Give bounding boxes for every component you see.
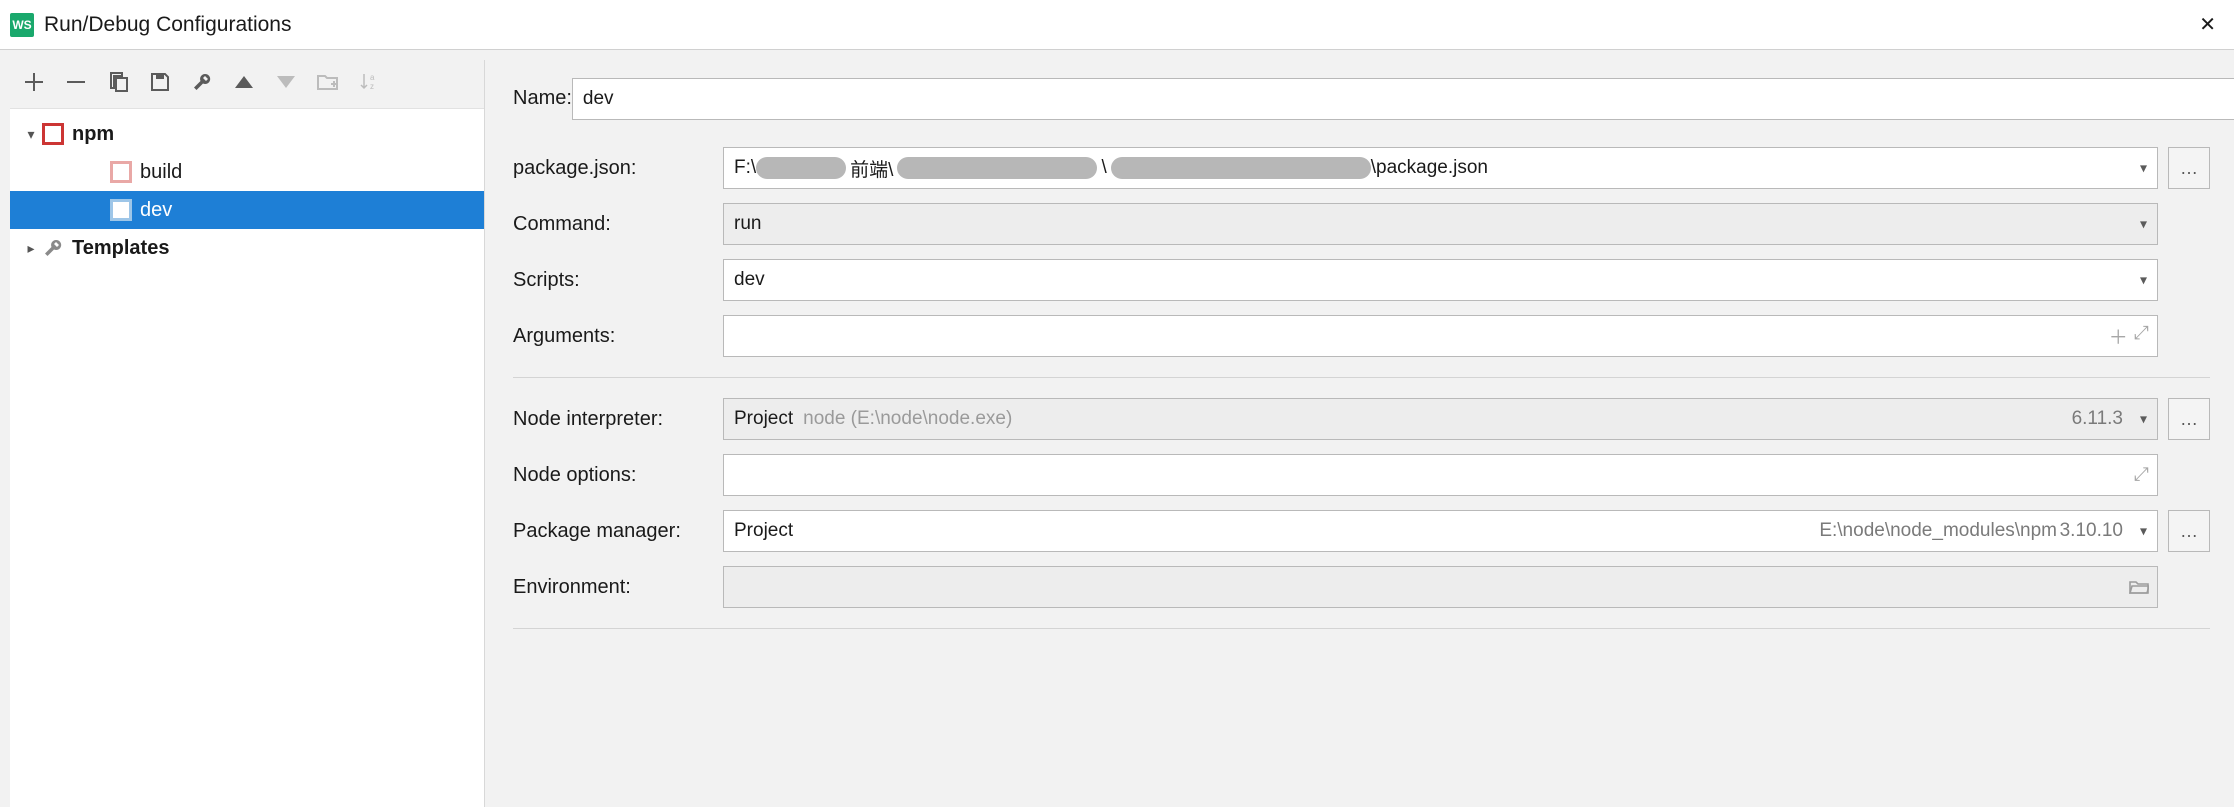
spacer: [2168, 259, 2210, 301]
environment-label: Environment:: [513, 576, 723, 599]
redacted-segment: [1111, 157, 1371, 179]
window-title: Run/Debug Configurations: [44, 13, 292, 37]
chevron-down-icon: ▾: [2140, 160, 2147, 177]
webstorm-icon: WS: [10, 13, 34, 37]
node-options-input[interactable]: ⤢: [723, 454, 2158, 496]
tree-label: dev: [140, 199, 172, 222]
folder-open-icon[interactable]: [2129, 579, 2149, 595]
tree-node-templates[interactable]: ▸ Templates: [10, 229, 484, 267]
copy-icon[interactable]: [106, 70, 130, 94]
pkg-mgr-path: E:\node\node_modules\npm: [1819, 520, 2057, 542]
chevron-down-icon: ▾: [20, 126, 42, 143]
divider: [513, 628, 2210, 629]
svg-text:z: z: [370, 82, 374, 91]
save-icon[interactable]: [148, 70, 172, 94]
node-version: 6.11.3: [2072, 408, 2123, 430]
wrench-icon[interactable]: [190, 70, 214, 94]
arrow-up-icon[interactable]: [232, 70, 256, 94]
browse-button[interactable]: …: [2168, 510, 2210, 552]
node-interpreter-label: Node interpreter:: [513, 408, 723, 431]
sidebar: az ▾ npm build dev ▸ Templates: [10, 60, 485, 807]
row-package-manager: Package manager: Project E:\node\node_mo…: [513, 510, 2210, 552]
config-form: Name: Share Allow parallel run package.j…: [485, 50, 2234, 807]
environment-input[interactable]: [723, 566, 2158, 608]
row-node-options: Node options: ⤢: [513, 454, 2210, 496]
tree-label: npm: [72, 123, 114, 146]
arguments-label: Arguments:: [513, 325, 723, 348]
redacted-segment: [756, 157, 846, 179]
pkg-mgr-version: 3.10.10: [2060, 520, 2123, 542]
row-package-json: package.json: F:\ 前端\ \ \package.json ▾ …: [513, 147, 2210, 189]
config-tree: ▾ npm build dev ▸ Templates: [10, 108, 484, 807]
chevron-right-icon: ▸: [20, 240, 42, 257]
row-node-interpreter: Node interpreter: Project node (E:\node\…: [513, 398, 2210, 440]
chevron-down-icon: ▾: [2140, 272, 2147, 289]
tree-label: build: [140, 161, 182, 184]
scripts-label: Scripts:: [513, 269, 723, 292]
npm-icon: [110, 161, 132, 183]
remove-icon[interactable]: [64, 70, 88, 94]
package-manager-label: Package manager:: [513, 520, 723, 543]
package-json-field[interactable]: F:\ 前端\ \ \package.json ▾: [723, 147, 2158, 189]
name-input[interactable]: [572, 78, 2234, 120]
expand-icon[interactable]: ⤢: [2134, 323, 2149, 350]
node-interpreter-select[interactable]: Project node (E:\node\node.exe) 6.11.3 ▾: [723, 398, 2158, 440]
spacer: [2168, 454, 2210, 496]
browse-button[interactable]: …: [2168, 147, 2210, 189]
spacer: [2168, 315, 2210, 357]
browse-button[interactable]: …: [2168, 398, 2210, 440]
npm-icon: [110, 199, 132, 221]
package-label: package.json:: [513, 157, 723, 180]
row-scripts: Scripts: dev ▾: [513, 259, 2210, 301]
chevron-down-icon: ▾: [2140, 523, 2147, 540]
divider: [513, 377, 2210, 378]
chevron-down-icon: ▾: [2140, 216, 2147, 233]
config-toolbar: az: [10, 60, 484, 108]
svg-text:a: a: [370, 73, 375, 82]
arrow-down-icon[interactable]: [274, 70, 298, 94]
package-manager-select[interactable]: Project E:\node\node_modules\npm 3.10.10…: [723, 510, 2158, 552]
node-options-label: Node options:: [513, 464, 723, 487]
row-command: Command: run ▾: [513, 203, 2210, 245]
row-environment: Environment:: [513, 566, 2210, 608]
tree-label: Templates: [72, 237, 169, 260]
tree-node-npm[interactable]: ▾ npm: [10, 115, 484, 153]
redacted-segment: [897, 157, 1097, 179]
add-icon[interactable]: [22, 70, 46, 94]
folder-add-icon[interactable]: [316, 70, 340, 94]
command-label: Command:: [513, 213, 723, 236]
scripts-select[interactable]: dev ▾: [723, 259, 2158, 301]
command-select[interactable]: run ▾: [723, 203, 2158, 245]
sort-alpha-icon[interactable]: az: [358, 70, 382, 94]
chevron-down-icon: ▾: [2140, 411, 2147, 428]
name-label: Name:: [513, 87, 572, 110]
wrench-icon: [42, 237, 64, 259]
expand-icon[interactable]: ⤢: [2134, 464, 2149, 486]
tree-node-build[interactable]: build: [10, 153, 484, 191]
row-name: Name: Share Allow parallel run: [513, 64, 2210, 133]
arguments-input[interactable]: ＋ ⤢: [723, 315, 2158, 357]
interpreter-hint: node (E:\node\node.exe): [803, 408, 1012, 430]
close-icon[interactable]: ✕: [2191, 8, 2224, 41]
title-bar: WS Run/Debug Configurations ✕: [0, 0, 2234, 50]
spacer: [2168, 566, 2210, 608]
row-arguments: Arguments: ＋ ⤢: [513, 315, 2210, 357]
spacer: [2168, 203, 2210, 245]
tree-node-dev[interactable]: dev: [10, 191, 484, 229]
plus-icon[interactable]: ＋: [2109, 323, 2128, 350]
npm-icon: [42, 123, 64, 145]
